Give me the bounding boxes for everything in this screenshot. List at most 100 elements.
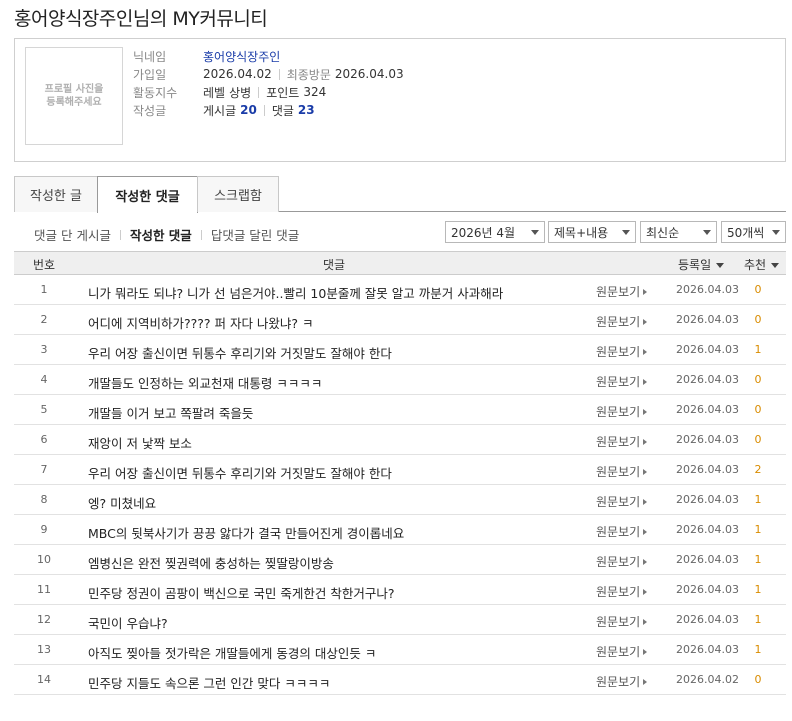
row-date: 2026.04.03 — [676, 463, 739, 476]
comment-text-link[interactable]: 개딸들도 인정하는 외교천재 대통령 ㅋㅋㅋㅋ — [88, 373, 322, 392]
row-recommend-count: 2 — [754, 463, 762, 476]
caret-right-icon — [643, 439, 648, 445]
comment-count[interactable]: 23 — [298, 103, 315, 117]
view-original-link[interactable]: 원문보기 — [596, 643, 648, 660]
row-number: 5 — [40, 403, 48, 416]
comment-text-link[interactable]: 우리 어장 출신이면 뒤통수 후리기와 거짓말도 잘해야 한다 — [88, 463, 392, 482]
col-date-label: 등록일 — [678, 258, 712, 272]
chevron-down-icon — [703, 230, 711, 235]
comment-text-link[interactable]: 어디에 지역비하가???? 퍼 자다 나왔냐? ㅋ — [88, 313, 314, 332]
search-scope-value: 제목+내용 — [554, 225, 609, 240]
col-date[interactable]: 등록일 — [678, 256, 725, 273]
row-date: 2026.04.03 — [676, 403, 739, 416]
row-number: 9 — [40, 523, 48, 536]
view-original-link[interactable]: 원문보기 — [596, 373, 648, 390]
tab-written-posts[interactable]: 작성한 글 — [14, 176, 98, 212]
row-recommend-count: 1 — [754, 643, 762, 656]
table-row: 9 MBC의 뒷북사기가 끙끙 앓다가 결국 만들어진게 경이롭네요 원문보기 202… — [14, 515, 786, 545]
row-recommend-count: 0 — [754, 283, 762, 296]
comment-text-link[interactable]: 엠병신은 완전 찢권력에 충성하는 찢딸랑이방송 — [88, 553, 334, 572]
last-visit-date: 2026.04.03 — [334, 67, 404, 81]
sort-down-icon — [771, 263, 780, 268]
view-original-link[interactable]: 원문보기 — [596, 283, 648, 300]
row-recommend-count: 0 — [754, 433, 762, 446]
view-original-link[interactable]: 원문보기 — [596, 583, 648, 600]
view-original-label: 원문보기 — [596, 435, 641, 449]
comment-text-link[interactable]: 개딸들 이거 보고 쪽팔려 죽을듯 — [88, 403, 253, 422]
level-label: 레벨 — [203, 85, 226, 100]
view-original-link[interactable]: 원문보기 — [596, 433, 648, 450]
view-original-link[interactable]: 원문보기 — [596, 553, 648, 570]
row-number: 10 — [37, 553, 51, 566]
table-header: 번호 댓글 등록일 추천 — [14, 251, 786, 275]
caret-right-icon — [643, 589, 648, 595]
view-original-link[interactable]: 원문보기 — [596, 463, 648, 480]
sort-select-value: 최신순 — [646, 225, 680, 240]
row-recommend-count: 1 — [754, 343, 762, 356]
view-original-link[interactable]: 원문보기 — [596, 613, 648, 630]
join-row: 가입일 2026.04.02 최종방문 2026.04.03 — [133, 65, 404, 83]
sort-select[interactable]: 최신순 — [640, 221, 717, 243]
points-label: 포인트 — [266, 85, 300, 100]
comment-text-link[interactable]: 우리 어장 출신이면 뒤통수 후리기와 거짓말도 잘해야 한다 — [88, 343, 392, 362]
activity-label: 활동지수 — [133, 85, 178, 100]
nickname-value[interactable]: 홍어양식장주인 — [203, 48, 280, 65]
row-date: 2026.04.03 — [676, 523, 739, 536]
view-original-label: 원문보기 — [596, 405, 641, 419]
chevron-down-icon — [772, 230, 780, 235]
nickname-label: 닉네임 — [133, 49, 167, 64]
table-row: 3 우리 어장 출신이면 뒤통수 후리기와 거짓말도 잘해야 한다 원문보기 2026… — [14, 335, 786, 365]
view-original-link[interactable]: 원문보기 — [596, 313, 648, 330]
divider — [278, 68, 280, 80]
month-select[interactable]: 2026년 4월 — [445, 221, 545, 243]
profile-photo-placeholder[interactable]: 프로필 사진을 등록해주세요 — [25, 47, 123, 145]
divider — [200, 229, 202, 240]
comment-text-link[interactable]: 국민이 우습냐? — [88, 613, 168, 632]
comment-text-link[interactable]: 재앙이 저 낯짝 보소 — [88, 433, 192, 452]
chevron-down-icon — [622, 230, 630, 235]
comment-text-link[interactable]: 민주당 지들도 속으론 그런 인간 맞다 ㅋㅋㅋㅋ — [88, 673, 330, 692]
view-original-label: 원문보기 — [596, 585, 641, 599]
subnav-commented-posts[interactable]: 댓글 단 게시글 — [34, 225, 111, 244]
per-page-select[interactable]: 50개씩 — [721, 221, 786, 243]
view-original-label: 원문보기 — [596, 525, 641, 539]
row-date: 2026.04.03 — [676, 343, 739, 356]
caret-right-icon — [643, 409, 648, 415]
row-number: 1 — [40, 283, 48, 296]
view-original-link[interactable]: 원문보기 — [596, 523, 648, 540]
posts-label: 작성글 — [133, 103, 167, 118]
caret-right-icon — [643, 319, 648, 325]
col-rec[interactable]: 추천 — [744, 256, 780, 273]
row-number: 14 — [37, 673, 51, 686]
comment-text-link[interactable]: 니가 뭐라도 되냐? 니가 선 넘은거야..빨리 10분줄께 잘못 알고 까분거… — [88, 283, 503, 302]
row-recommend-count: 0 — [754, 673, 762, 686]
divider — [258, 86, 260, 98]
tab-scraps[interactable]: 스크랩함 — [197, 176, 279, 212]
subnav-replied-comments[interactable]: 답댓글 달린 댓글 — [211, 225, 299, 244]
comment-subnav: 댓글 단 게시글 작성한 댓글 답댓글 달린 댓글 — [34, 225, 299, 244]
last-visit-label: 최종방문 — [286, 67, 331, 82]
view-original-link[interactable]: 원문보기 — [596, 403, 648, 420]
view-original-link[interactable]: 원문보기 — [596, 343, 648, 360]
page-title: 홍어양식장주인님의 MY커뮤니티 — [14, 8, 268, 30]
table-row: 13 아직도 찢아들 젓가락은 개딸들에게 동경의 대상인듯 ㅋ 원문보기 2026.… — [14, 635, 786, 665]
tab-written-comments[interactable]: 작성한 댓글 — [97, 176, 198, 213]
comment-text-link[interactable]: MBC의 뒷북사기가 끙끙 앓다가 결국 만들어진게 경이롭네요 — [88, 523, 404, 542]
post-count[interactable]: 20 — [240, 103, 257, 117]
row-date: 2026.04.03 — [676, 553, 739, 566]
row-recommend-count: 0 — [754, 313, 762, 326]
comment-text-link[interactable]: 엥? 미쳤네요 — [88, 493, 156, 512]
row-date: 2026.04.03 — [676, 283, 739, 296]
comment-text-link[interactable]: 아직도 찢아들 젓가락은 개딸들에게 동경의 대상인듯 ㅋ — [88, 643, 376, 662]
row-recommend-count: 0 — [754, 403, 762, 416]
view-original-link[interactable]: 원문보기 — [596, 493, 648, 510]
subnav-written-comments[interactable]: 작성한 댓글 — [130, 225, 192, 244]
view-original-link[interactable]: 원문보기 — [596, 673, 648, 690]
view-original-label: 원문보기 — [596, 345, 641, 359]
row-number: 11 — [37, 583, 51, 596]
row-date: 2026.04.03 — [676, 313, 739, 326]
comment-text-link[interactable]: 민주당 정권이 곰팡이 백신으로 국민 죽게한건 착한거구나? — [88, 583, 394, 602]
per-page-value: 50개씩 — [727, 225, 765, 240]
view-original-label: 원문보기 — [596, 615, 641, 629]
search-scope-select[interactable]: 제목+내용 — [548, 221, 636, 243]
